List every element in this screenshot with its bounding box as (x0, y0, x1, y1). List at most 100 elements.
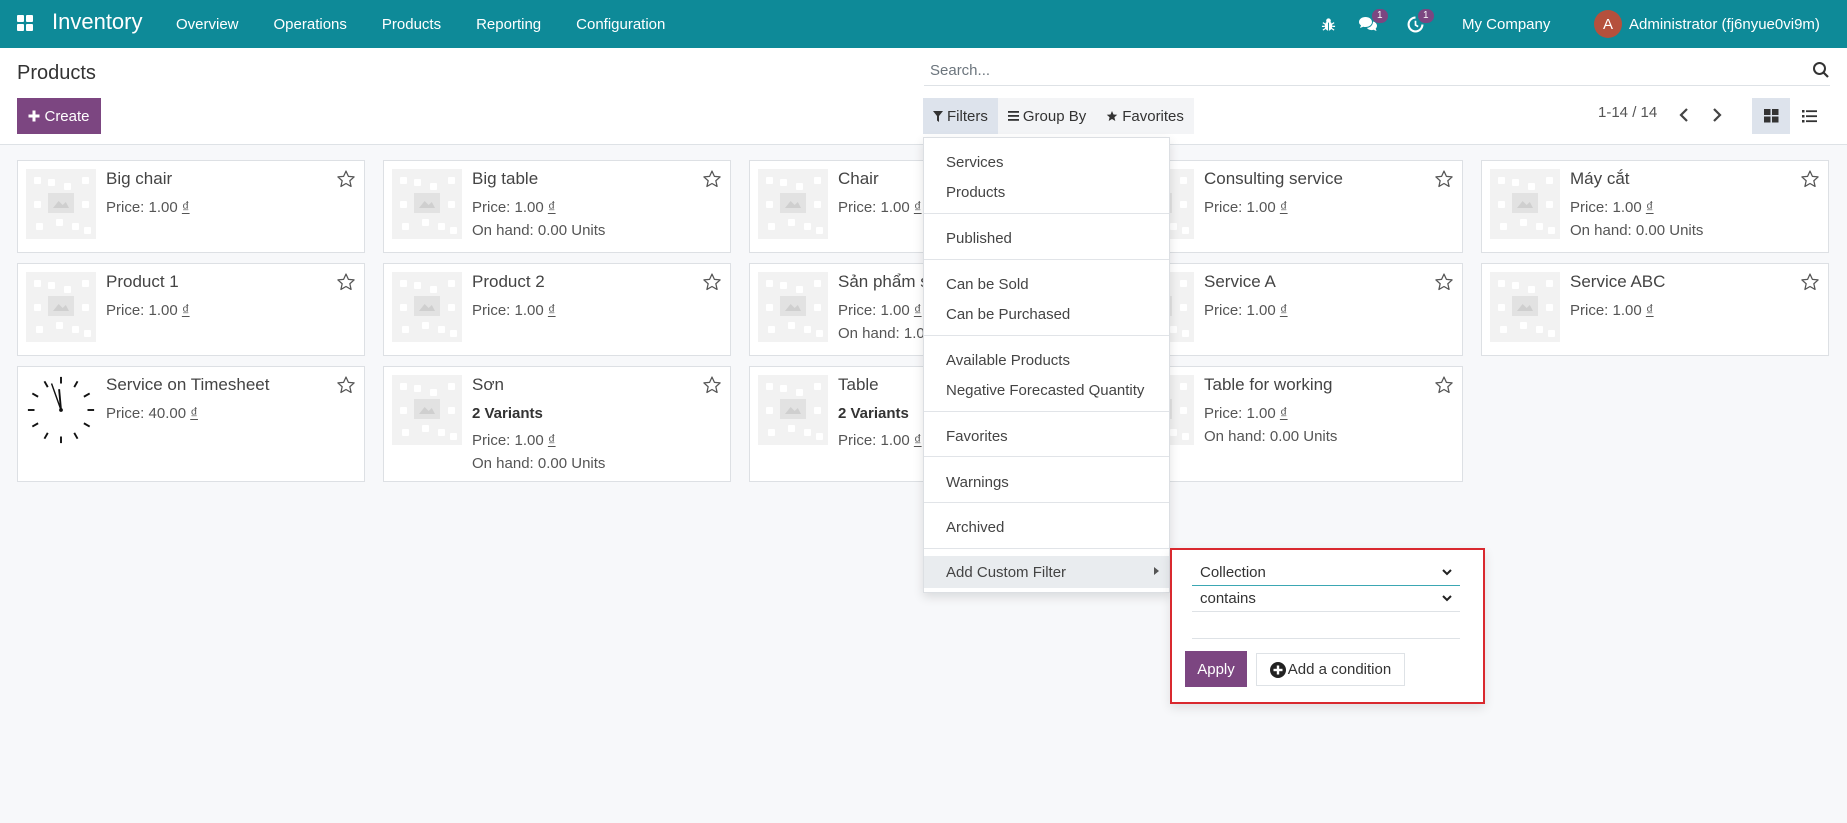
favorite-star-icon[interactable] (1800, 272, 1820, 292)
filter-can-be-purchased[interactable]: Can be Purchased (924, 299, 1169, 329)
filter-archived[interactable]: Archived (924, 512, 1169, 542)
product-price: Price: 1.00 ₫ (1204, 199, 1288, 216)
product-name[interactable]: Big chair (106, 169, 172, 189)
product-card[interactable]: Service ABC Price: 1.00 ₫ (1481, 263, 1829, 356)
debug-icon[interactable] (1321, 0, 1336, 48)
messages-icon[interactable] (1358, 0, 1378, 48)
breadcrumb: Products (17, 62, 96, 84)
favorite-star-icon[interactable] (702, 272, 722, 292)
add-condition-label: Add a condition (1287, 661, 1392, 678)
currency-symbol: ₫ (1279, 302, 1288, 319)
product-card[interactable]: Máy cắt Price: 1.00 ₫ On hand: 0.00 Units (1481, 160, 1829, 253)
product-name[interactable]: Big table (472, 169, 538, 189)
product-price: Price: 1.00 ₫ (472, 199, 556, 216)
product-name[interactable]: Sản phẩm s (838, 272, 929, 292)
list-icon (1801, 109, 1817, 122)
filter-operator-select[interactable]: contains (1192, 586, 1460, 612)
filter-services[interactable]: Services (924, 147, 1169, 177)
user-menu[interactable]: A Administrator (fj6nyue0vi9m) (1594, 0, 1820, 48)
image-placeholder-icon (26, 169, 96, 239)
image-placeholder-icon (758, 375, 828, 445)
product-name[interactable]: Table for working (1204, 375, 1333, 395)
price-text: Price: 1.00 (838, 302, 914, 319)
filters-toggle[interactable]: Filters (923, 98, 998, 134)
product-name[interactable]: Product 2 (472, 272, 545, 292)
apps-menu-icon[interactable] (17, 15, 34, 31)
pager-value[interactable]: 1-14 / 14 (1598, 104, 1657, 121)
search-icon[interactable] (1812, 61, 1830, 79)
product-card[interactable]: Product 1 Price: 1.00 ₫ (17, 263, 365, 356)
app-name[interactable]: Inventory (52, 9, 143, 35)
product-name[interactable]: Máy cắt (1570, 169, 1630, 189)
product-name[interactable]: Consulting service (1204, 169, 1343, 189)
favorite-star-icon[interactable] (1434, 169, 1454, 189)
price-text: Price: 1.00 (472, 302, 548, 319)
menu-configuration[interactable]: Configuration (576, 16, 665, 33)
favorite-star-icon[interactable] (336, 169, 356, 189)
pager-previous[interactable] (1675, 104, 1693, 126)
menu-reporting[interactable]: Reporting (476, 16, 541, 33)
price-text: Price: 1.00 (472, 199, 548, 216)
filter-operator-value: contains (1200, 590, 1256, 607)
favorite-star-icon[interactable] (1434, 375, 1454, 395)
product-card[interactable]: Big chair Price: 1.00 ₫ (17, 160, 365, 253)
filter-value-input[interactable] (1192, 638, 1460, 639)
product-card[interactable]: Service on Timesheet Price: 40.00 ₫ (17, 366, 365, 482)
product-name[interactable]: Service on Timesheet (106, 375, 269, 395)
menu-operations[interactable]: Operations (274, 16, 347, 33)
price-text: Price: 1.00 (838, 199, 914, 216)
add-condition-button[interactable]: Add a condition (1256, 653, 1405, 686)
divider (924, 456, 1169, 457)
filter-published[interactable]: Published (924, 223, 1169, 253)
filter-favorites[interactable]: Favorites (924, 421, 1169, 451)
company-switcher[interactable]: My Company (1462, 0, 1550, 48)
favorite-star-icon[interactable] (336, 375, 356, 395)
apply-button[interactable]: Apply (1185, 651, 1247, 687)
favorite-star-icon[interactable] (1800, 169, 1820, 189)
filter-negative-forecasted-quantity[interactable]: Negative Forecasted Quantity (924, 375, 1169, 405)
kanban-view-button[interactable] (1752, 98, 1790, 134)
menu-products[interactable]: Products (382, 16, 441, 33)
filter-field-select[interactable]: Collection (1192, 560, 1460, 586)
product-name[interactable]: Service A (1204, 272, 1276, 292)
filter-available-products[interactable]: Available Products (924, 345, 1169, 375)
product-name[interactable]: Sơn (472, 375, 504, 395)
favorite-star-icon[interactable] (336, 272, 356, 292)
currency-symbol: ₫ (1279, 199, 1288, 216)
image-placeholder-icon (392, 272, 462, 342)
product-name[interactable]: Table (838, 375, 879, 395)
image-placeholder-icon (1490, 169, 1560, 239)
top-navbar: Inventory Overview Operations Products R… (0, 0, 1847, 48)
add-custom-filter-toggle[interactable]: Add Custom Filter (924, 556, 1169, 588)
group-by-toggle[interactable]: Group By (997, 98, 1097, 134)
product-name[interactable]: Chair (838, 169, 879, 189)
create-button[interactable]: Create (17, 98, 101, 134)
search-input[interactable] (924, 56, 1784, 84)
filter-products[interactable]: Products (924, 177, 1169, 207)
favorite-star-icon[interactable] (1434, 272, 1454, 292)
chevron-left-icon (1679, 108, 1688, 122)
product-name[interactable]: Product 1 (106, 272, 179, 292)
list-view-button[interactable] (1790, 98, 1828, 134)
favorite-star-icon[interactable] (702, 375, 722, 395)
filter-can-be-sold[interactable]: Can be Sold (924, 269, 1169, 299)
favorite-star-icon[interactable] (702, 169, 722, 189)
product-card[interactable]: Sơn 2 Variants Price: 1.00 ₫ On hand: 0.00 … (383, 366, 731, 482)
add-custom-filter-label: Add Custom Filter (946, 563, 1067, 581)
pager-next[interactable] (1708, 104, 1726, 126)
star-icon (1106, 111, 1118, 121)
product-variants: 2 Variants (838, 405, 909, 422)
caret-right-icon (1154, 567, 1159, 575)
product-price: Price: 1.00 ₫ (106, 199, 190, 216)
product-name[interactable]: Service ABC (1570, 272, 1665, 292)
product-price: Price: 40.00 ₫ (106, 405, 198, 422)
favorites-toggle[interactable]: Favorites (1096, 98, 1194, 134)
currency-symbol: ₫ (181, 199, 190, 216)
activities-icon[interactable] (1407, 0, 1424, 48)
filter-warnings[interactable]: Warnings (924, 467, 1169, 497)
product-card[interactable]: Big table Price: 1.00 ₫ On hand: 0.00 Unit… (383, 160, 731, 253)
product-card[interactable]: Product 2 Price: 1.00 ₫ (383, 263, 731, 356)
currency-symbol: ₫ (547, 199, 556, 216)
menu-overview[interactable]: Overview (176, 16, 239, 33)
currency-symbol: ₫ (1645, 199, 1654, 216)
